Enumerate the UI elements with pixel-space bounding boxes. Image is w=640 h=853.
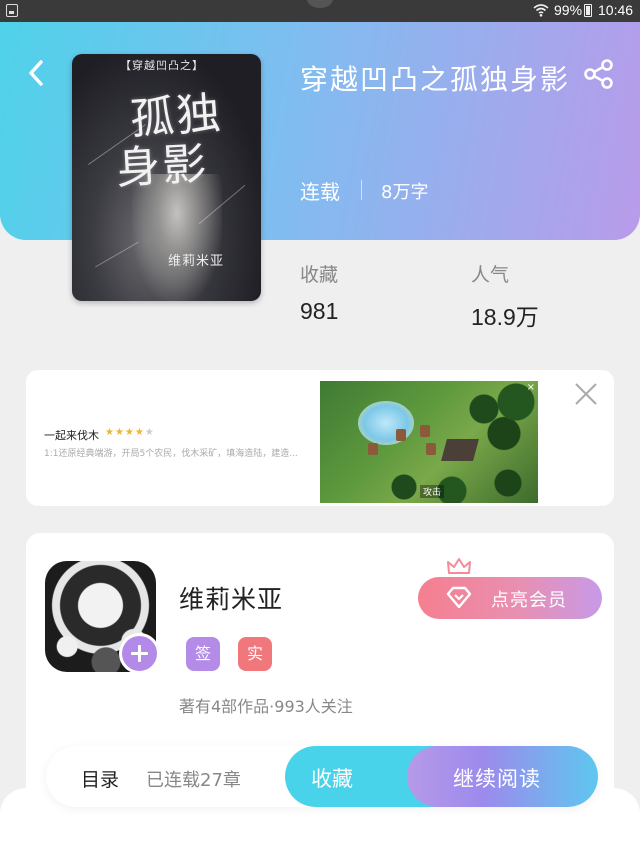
ad-image-close[interactable]: ×: [527, 382, 535, 393]
vip-button[interactable]: 点亮会员: [418, 558, 602, 619]
ad-image-unit: [396, 429, 406, 441]
share-icon[interactable]: [582, 58, 616, 90]
toc-button[interactable]: 目录: [81, 765, 119, 792]
ad-image-unit: [426, 443, 436, 455]
ad-rating-filled: ★★★★: [105, 427, 145, 438]
clock: 10:46: [598, 2, 634, 18]
book-cover[interactable]: 【穿越凹凸之】 孤独 身影 维莉米亚: [72, 54, 261, 301]
ad-image-trees: [380, 467, 538, 503]
ad-app-name: 一起来伐木: [44, 429, 99, 442]
chevron-left-icon[interactable]: [22, 56, 50, 90]
author-name[interactable]: 维莉米亚: [179, 580, 283, 616]
crown-icon: [447, 558, 471, 574]
popularity-value: 18.9万: [471, 304, 539, 330]
cover-title-line2: 身影: [114, 138, 210, 195]
popularity-label: 人气: [471, 264, 510, 286]
status-bar: 99% 10:46: [0, 0, 640, 22]
ad-banner[interactable]: 一起来伐木 ★★★★★ 1:1还原经典端游，开局5个农民，伐木采矿，填海造陆，建…: [26, 370, 614, 506]
gallery-notification-icon: [6, 4, 18, 17]
cover-author: 维莉米亚: [168, 254, 225, 269]
plus-icon[interactable]: [119, 633, 160, 674]
book-status: 连载: [300, 180, 340, 204]
book-title: 穿越凹凸之孤独身影: [300, 63, 571, 96]
battery-percentage: 99%: [554, 2, 583, 18]
ad-image-unit: [420, 425, 430, 437]
verified-badge: 实: [238, 637, 272, 671]
cover-series: 【穿越凹凸之】: [120, 59, 204, 72]
battery-icon: [584, 4, 592, 17]
ad-image-label: 攻击: [420, 485, 445, 498]
author-meta: 著有4部作品·993人关注: [179, 697, 353, 716]
diamond-icon: [446, 586, 472, 609]
continue-reading-label: 继续阅读: [453, 767, 541, 791]
wifi-icon: [533, 4, 549, 17]
book-word-count: 8万字: [381, 182, 429, 203]
ad-image-building: [441, 439, 479, 461]
collect-button-label: 收藏: [311, 767, 353, 791]
divider: [361, 180, 362, 200]
chapter-count: 已连载27章: [146, 770, 241, 791]
ad-rating: ★★★★★: [105, 427, 155, 438]
ad-image-unit: [368, 443, 378, 455]
favorites-value: 981: [300, 298, 339, 324]
continue-reading-button[interactable]: 继续阅读: [407, 746, 598, 807]
camera-notch: [307, 0, 333, 8]
ad-image[interactable]: 攻击 ×: [320, 381, 538, 503]
close-icon[interactable]: [573, 381, 599, 407]
favorites-label: 收藏: [300, 264, 339, 286]
ad-rating-empty: ★: [144, 427, 155, 438]
ad-description: 1:1还原经典端游，开局5个农民，伐木采矿，填海造陆，建造...: [44, 449, 298, 459]
signed-badge: 签: [186, 637, 220, 671]
vip-button-label: 点亮会员: [491, 590, 567, 611]
